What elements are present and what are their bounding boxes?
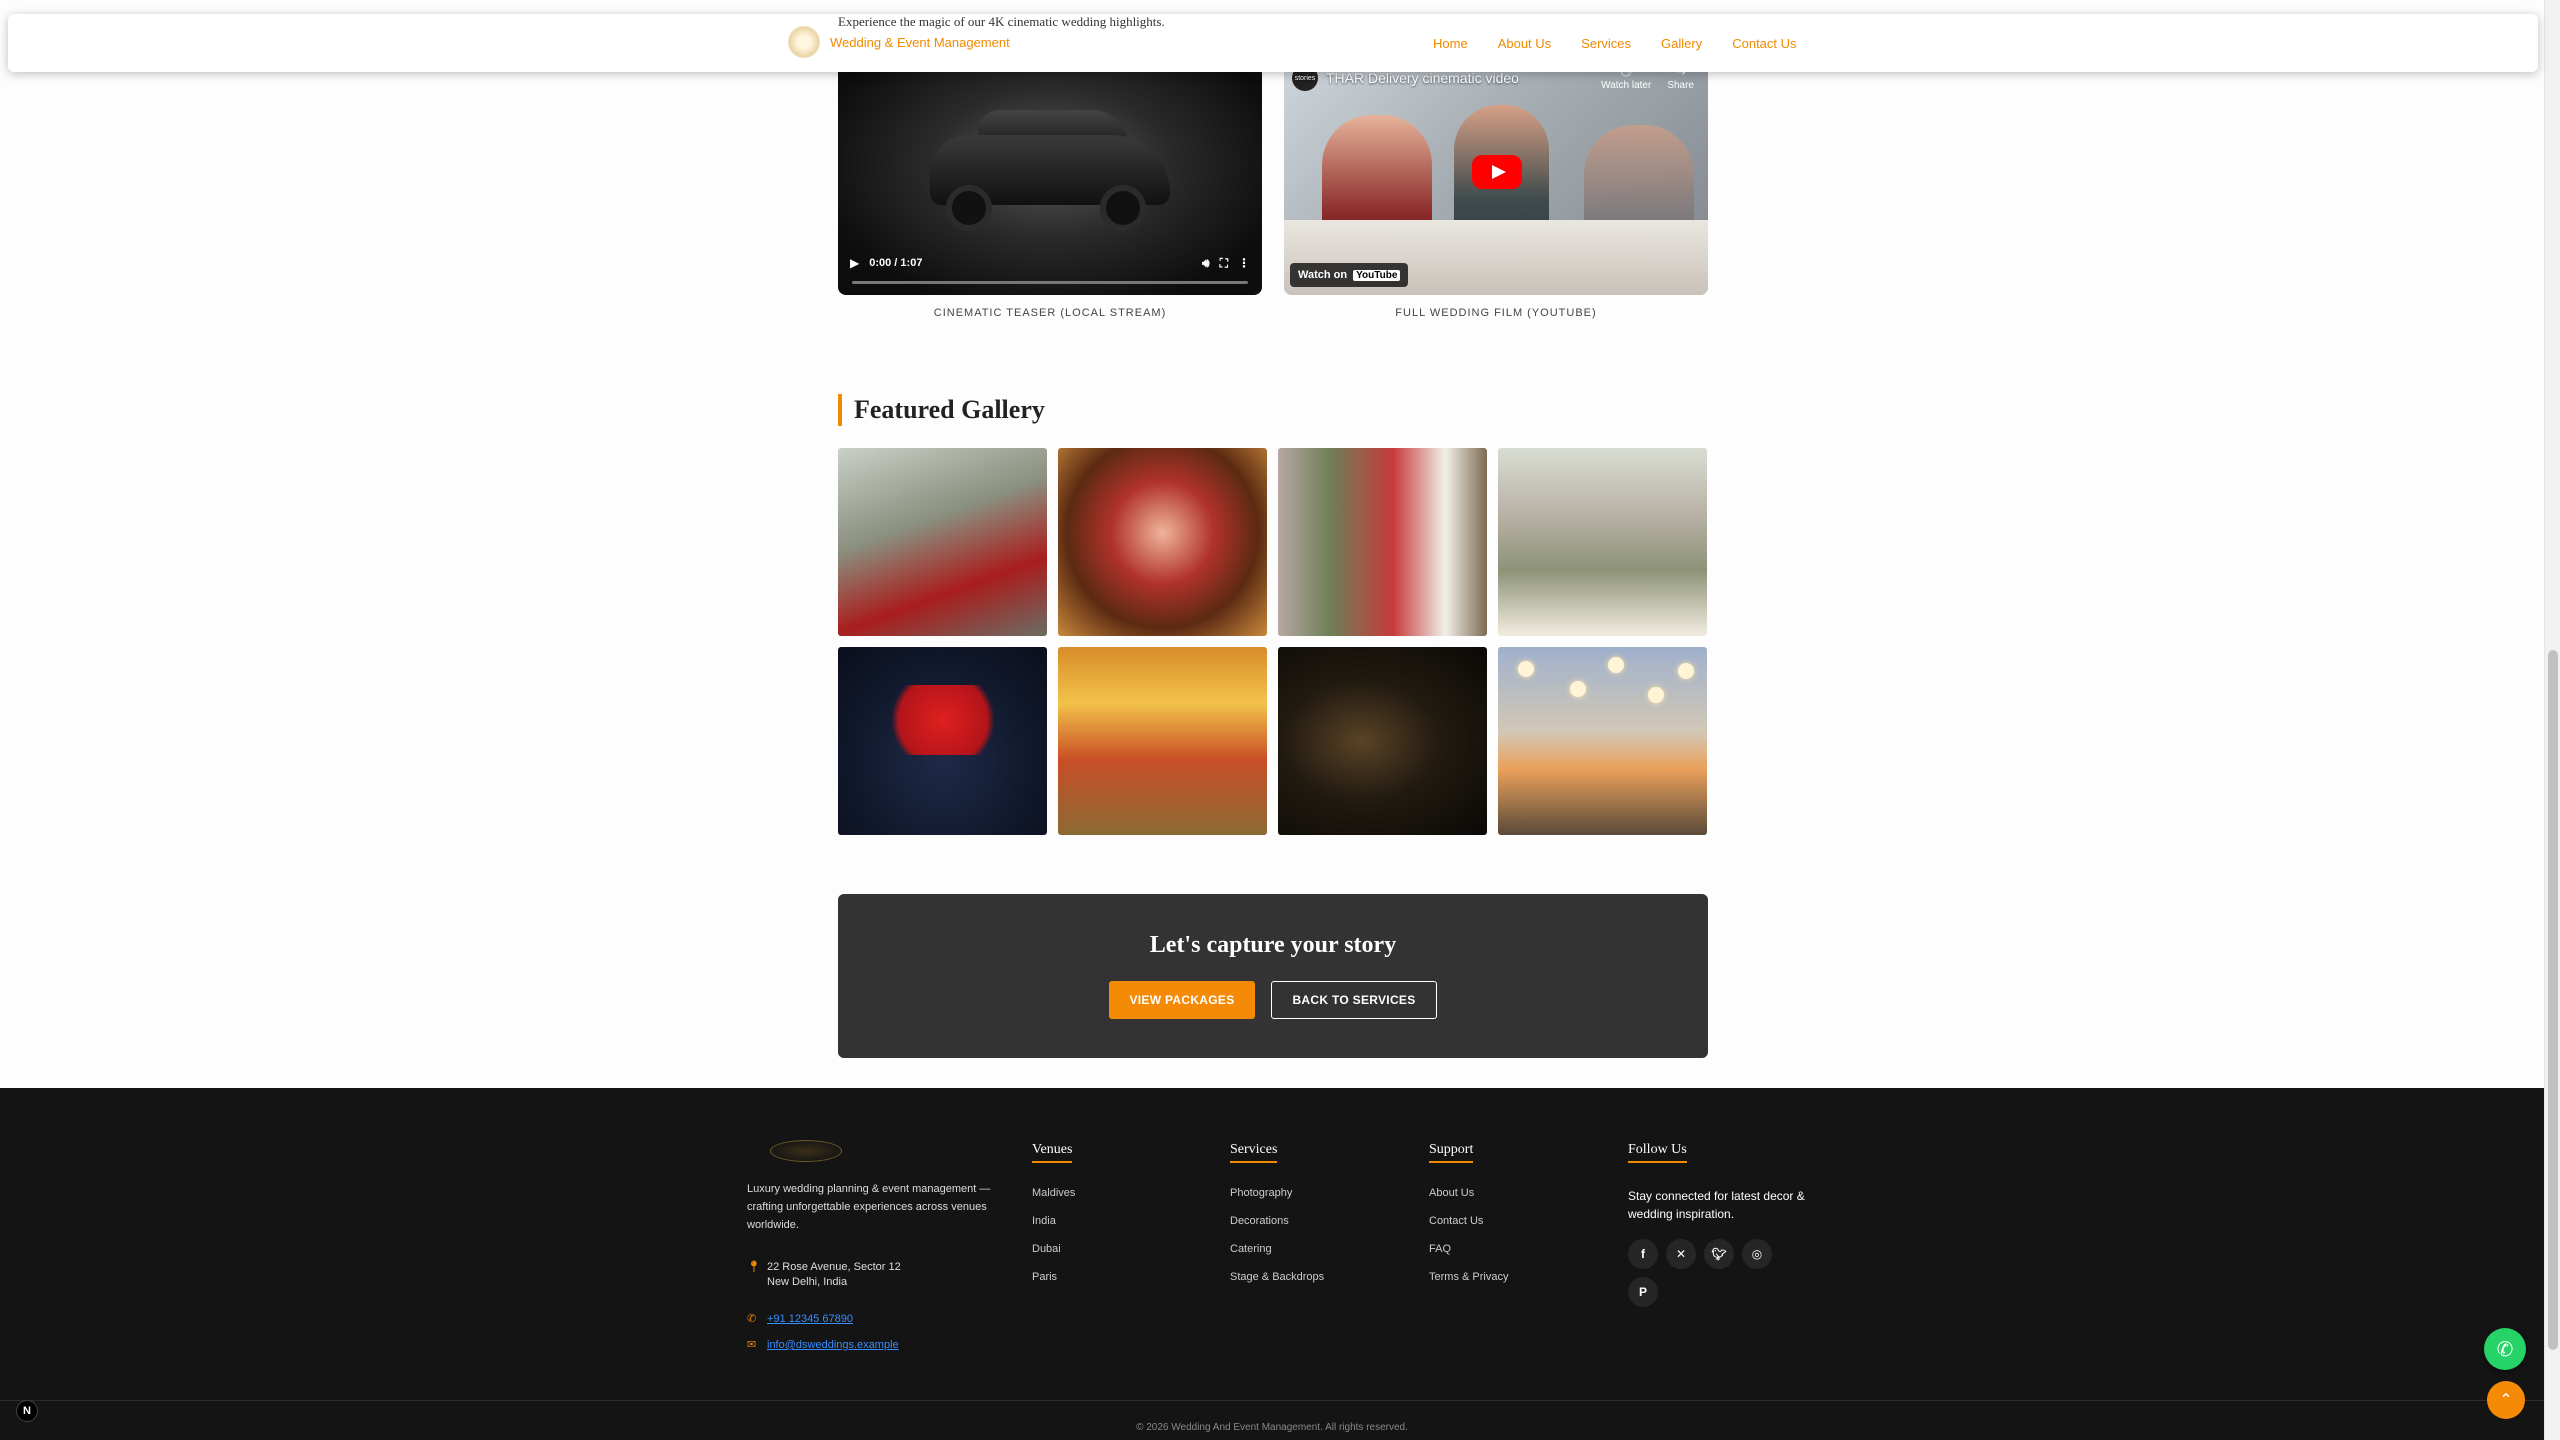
video-controls: ▶ 0:00 / 1:07 🔊︎ ⛶ ⋮: [838, 245, 1262, 295]
view-packages-button[interactable]: VIEW PACKAGES: [1109, 981, 1255, 1019]
volume-icon[interactable]: 🔊︎: [1202, 256, 1210, 271]
gallery-image-bride-portrait[interactable]: [1058, 448, 1267, 636]
support-link[interactable]: Contact Us: [1429, 1215, 1508, 1227]
youtube-play-button[interactable]: [1472, 155, 1522, 189]
cta-banner: Let's capture your story VIEW PACKAGES B…: [838, 894, 1708, 1058]
gallery-image-bride-groom[interactable]: [838, 448, 1047, 636]
cta-title: Let's capture your story: [1149, 932, 1397, 958]
dev-tools-badge-icon[interactable]: N: [16, 1400, 38, 1422]
service-link[interactable]: Catering: [1230, 1243, 1324, 1255]
nav-links: Home About Us Services Gallery Contact U…: [1433, 36, 1797, 51]
follow-heading: Follow Us: [1628, 1142, 1687, 1163]
gallery-image-fairy-lights[interactable]: [1278, 647, 1487, 835]
venue-link[interactable]: Dubai: [1032, 1243, 1075, 1255]
social-links: f ✕ 🐦︎ ◎ P: [1628, 1239, 1798, 1307]
venue-link[interactable]: India: [1032, 1215, 1075, 1227]
support-link[interactable]: About Us: [1429, 1187, 1508, 1199]
whatsapp-icon[interactable]: ✆: [2484, 1328, 2526, 1370]
local-video-player[interactable]: ▶ 0:00 / 1:07 🔊︎ ⛶ ⋮: [838, 55, 1262, 295]
service-link[interactable]: Decorations: [1230, 1215, 1324, 1227]
page-scrollbar[interactable]: [2544, 0, 2560, 1440]
venue-link[interactable]: Maldives: [1032, 1187, 1075, 1199]
footer-about-text: Luxury wedding planning & event manageme…: [747, 1183, 991, 1231]
scrollbar-thumb[interactable]: [2548, 650, 2558, 1350]
video-time: 0:00 / 1:07: [869, 257, 923, 269]
brand-name: Wedding & Event Management: [830, 34, 1010, 50]
gallery-image-ceremony-stage[interactable]: [1058, 647, 1267, 835]
nav-link-home[interactable]: Home: [1433, 36, 1468, 51]
support-link[interactable]: FAQ: [1429, 1243, 1508, 1255]
nav-link-services[interactable]: Services: [1581, 36, 1631, 51]
twitter-icon[interactable]: 🐦︎: [1704, 1239, 1734, 1269]
watch-on-youtube-button[interactable]: Watch on YouTube: [1290, 263, 1409, 287]
youtube-video-title[interactable]: THAR Delivery cinematic video: [1326, 70, 1519, 86]
footer-address: 📍︎ 22 Rose Avenue, Sector 12 New Delhi, I…: [747, 1261, 901, 1288]
gallery-image-mandap-decor[interactable]: [1278, 448, 1487, 636]
services-heading: Services: [1230, 1142, 1278, 1163]
pinterest-icon[interactable]: P: [1628, 1277, 1658, 1307]
more-options-icon[interactable]: ⋮: [1238, 256, 1250, 270]
video-frame-wheel: [1100, 185, 1146, 231]
videos-intro-text: Experience the magic of our 4K cinematic…: [838, 14, 1165, 29]
support-link[interactable]: Terms & Privacy: [1429, 1271, 1508, 1283]
footer-email: ✉ info@dsweddings.example: [747, 1338, 899, 1353]
video-frame-wheel: [946, 185, 992, 231]
gallery-image-decorated-car[interactable]: [838, 647, 1047, 835]
play-icon[interactable]: ▶: [850, 256, 859, 270]
location-pin-icon: 📍︎: [747, 1261, 761, 1273]
watch-on-label: Watch on: [1298, 269, 1348, 281]
mail-icon: ✉: [747, 1339, 757, 1351]
youtube-video-caption: FULL WEDDING FILM (YOUTUBE): [1395, 307, 1597, 319]
phone-link[interactable]: +91 12345 67890: [767, 1312, 853, 1327]
back-to-services-button[interactable]: BACK TO SERVICES: [1271, 981, 1437, 1019]
youtube-logo-icon: YouTube: [1353, 269, 1401, 281]
gallery-image-floral-arch[interactable]: [1498, 448, 1707, 636]
fullscreen-icon[interactable]: ⛶: [1220, 256, 1228, 271]
video-progress-track[interactable]: [852, 281, 1248, 284]
nav-brand[interactable]: Wedding & Event Management: [788, 26, 1010, 58]
footer-phone: ✆ +91 12345 67890: [747, 1312, 853, 1327]
facebook-icon[interactable]: f: [1628, 1239, 1658, 1269]
brand-logo-icon: [788, 26, 820, 58]
x-icon[interactable]: ✕: [1666, 1239, 1696, 1269]
scroll-to-top-icon[interactable]: ⌃: [2487, 1381, 2525, 1419]
youtube-video-embed[interactable]: stories THAR Delivery cinematic video 🕓︎…: [1284, 55, 1708, 295]
service-link[interactable]: Stage & Backdrops: [1230, 1271, 1324, 1283]
copyright-text: © 2026 Wedding And Event Management. All…: [1136, 1422, 1408, 1433]
nav-link-about[interactable]: About Us: [1498, 36, 1551, 51]
venues-heading: Venues: [1032, 1142, 1073, 1163]
footer-divider: [0, 1400, 2544, 1401]
footer-services-column: Services Photography Decorations Caterin…: [1230, 1140, 1324, 1299]
nav-link-gallery[interactable]: Gallery: [1661, 36, 1702, 51]
instagram-icon[interactable]: ◎: [1742, 1239, 1772, 1269]
service-link[interactable]: Photography: [1230, 1187, 1324, 1199]
footer-logo-icon: [770, 1140, 842, 1162]
footer-support-column: Support About Us Contact Us FAQ Terms & …: [1429, 1140, 1508, 1299]
follow-text: Stay connected for latest decor & weddin…: [1628, 1189, 1805, 1221]
nav-link-contact[interactable]: Contact Us: [1732, 36, 1796, 51]
gallery-image-lantern-reception[interactable]: [1498, 647, 1707, 835]
site-footer: Luxury wedding planning & event manageme…: [0, 1088, 2544, 1440]
local-video-caption: CINEMATIC TEASER (LOCAL STREAM): [933, 307, 1167, 319]
footer-venues-column: Venues Maldives India Dubai Paris: [1032, 1140, 1075, 1299]
phone-icon: ✆: [747, 1313, 757, 1325]
footer-follow-column: Follow Us Stay connected for latest deco…: [1628, 1140, 1808, 1307]
top-navbar: Wedding & Event Management Home About Us…: [8, 14, 2538, 72]
email-link[interactable]: info@dsweddings.example: [767, 1338, 899, 1353]
support-heading: Support: [1429, 1142, 1474, 1163]
gallery-title: Featured Gallery: [838, 394, 1045, 426]
venue-link[interactable]: Paris: [1032, 1271, 1075, 1283]
